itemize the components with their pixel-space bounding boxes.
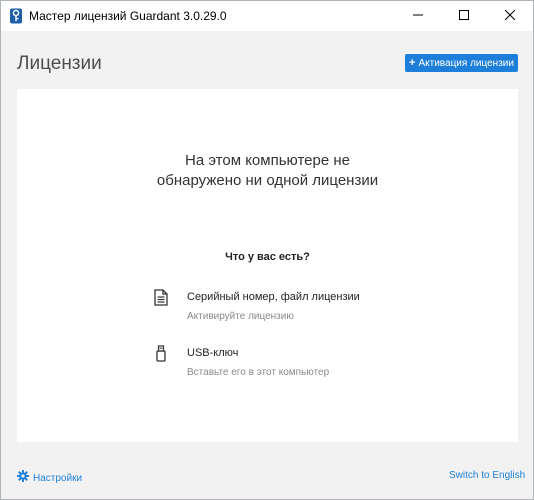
option-usb-key-hint: Вставьте его в этот компьютер bbox=[187, 367, 330, 378]
option-usb-key-label: USB-ключ bbox=[187, 347, 239, 359]
gear-icon bbox=[17, 469, 29, 487]
option-serial-number-hint: Активируйте лицензию bbox=[187, 311, 294, 322]
activate-license-label: Активация лицензии bbox=[418, 57, 514, 69]
minimize-button[interactable] bbox=[395, 1, 441, 31]
empty-state-line-1: На этом компьютере не bbox=[185, 152, 350, 169]
licenses-panel: На этом компьютере не обнаружено ни одно… bbox=[17, 89, 518, 442]
empty-state-line-2: обнаружено ни одной лицензии bbox=[156, 172, 379, 189]
empty-state-message: На этом компьютере не обнаружено ни одно… bbox=[17, 151, 518, 191]
activate-license-button[interactable]: + Активация лицензии bbox=[405, 54, 518, 72]
page-title: Лицензии bbox=[17, 53, 102, 74]
settings-label: Настройки bbox=[33, 472, 83, 484]
question-heading: Что у вас есть? bbox=[225, 251, 310, 263]
minimize-icon bbox=[413, 7, 423, 25]
plus-icon: + bbox=[409, 57, 416, 69]
maximize-icon bbox=[459, 7, 469, 25]
maximize-button[interactable] bbox=[441, 1, 487, 31]
title-bar[interactable]: Мастер лицензий Guardant 3.0.29.0 bbox=[1, 1, 533, 31]
app-window: Мастер лицензий Guardant 3.0.29.0 Лиценз… bbox=[0, 0, 534, 500]
usb-key-icon bbox=[154, 345, 170, 363]
close-icon bbox=[504, 7, 516, 25]
window-title: Мастер лицензий Guardant 3.0.29.0 bbox=[29, 9, 227, 23]
close-button[interactable] bbox=[487, 1, 533, 31]
switch-language-link[interactable]: Switch to English bbox=[449, 470, 525, 481]
settings-link[interactable]: Настройки bbox=[17, 469, 82, 487]
document-icon bbox=[154, 289, 170, 307]
guardant-key-icon bbox=[9, 8, 23, 24]
option-serial-number-label: Серийный номер, файл лицензии bbox=[187, 291, 360, 303]
